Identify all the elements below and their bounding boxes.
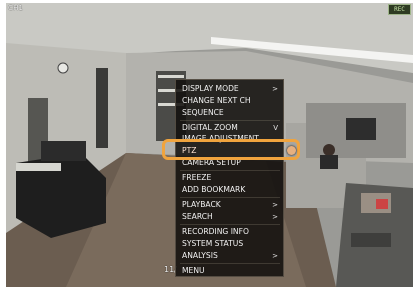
menu-item-label: FREEZE: [182, 173, 212, 182]
menu-item-analysis[interactable]: ANALYSIS >: [182, 251, 282, 261]
selection-highlight: [162, 139, 300, 160]
context-menu: DISPLAY MODE > CHANGE NEXT CH SEQUENCE D…: [175, 79, 284, 277]
menu-item-label: SEQUENCE: [182, 108, 224, 117]
menu-item-change-next-ch[interactable]: CHANGE NEXT CH: [182, 96, 282, 106]
submenu-arrow-icon: >: [272, 85, 278, 93]
menu-item-system-status[interactable]: SYSTEM STATUS: [182, 239, 282, 249]
dvr-screen: CH1 REC 11/ DISPLAY MODE > CHANGE NEXT C…: [0, 0, 416, 291]
menu-item-label: ANALYSIS: [182, 251, 218, 260]
menu-item-playback[interactable]: PLAYBACK >: [182, 200, 282, 210]
submenu-arrow-icon: >: [272, 201, 278, 209]
menu-item-digital-zoom[interactable]: DIGITAL ZOOM V: [182, 123, 282, 133]
record-status-badge: REC: [388, 4, 411, 15]
menu-item-recording-info[interactable]: RECORDING INFO: [182, 227, 282, 237]
menu-divider: [180, 263, 280, 264]
menu-item-sequence[interactable]: SEQUENCE: [182, 108, 282, 118]
menu-item-freeze[interactable]: FREEZE: [182, 173, 282, 183]
menu-item-add-bookmark[interactable]: ADD BOOKMARK: [182, 185, 282, 195]
menu-item-label: DISPLAY MODE: [182, 84, 239, 93]
menu-divider: [180, 170, 280, 171]
menu-item-menu[interactable]: MENU: [182, 266, 282, 276]
menu-item-label: PLAYBACK: [182, 200, 221, 209]
menu-item-label: MENU: [182, 266, 205, 275]
menu-item-label: SYSTEM STATUS: [182, 239, 244, 248]
menu-divider: [180, 120, 280, 121]
menu-item-label: CHANGE NEXT CH: [182, 96, 251, 105]
submenu-arrow-icon: >: [272, 252, 278, 260]
menu-item-label: SEARCH: [182, 212, 213, 221]
menu-item-label: RECORDING INFO: [182, 227, 249, 236]
menu-divider: [180, 197, 280, 198]
menu-item-search[interactable]: SEARCH >: [182, 212, 282, 222]
menu-divider: [180, 224, 280, 225]
submenu-arrow-icon: V: [273, 124, 278, 132]
cursor-icon: [287, 146, 296, 155]
channel-label: CH1: [8, 4, 24, 12]
submenu-arrow-icon: >: [272, 213, 278, 221]
menu-item-label: DIGITAL ZOOM: [182, 123, 238, 132]
menu-item-label: ADD BOOKMARK: [182, 185, 246, 194]
menu-item-display-mode[interactable]: DISPLAY MODE >: [182, 84, 282, 94]
